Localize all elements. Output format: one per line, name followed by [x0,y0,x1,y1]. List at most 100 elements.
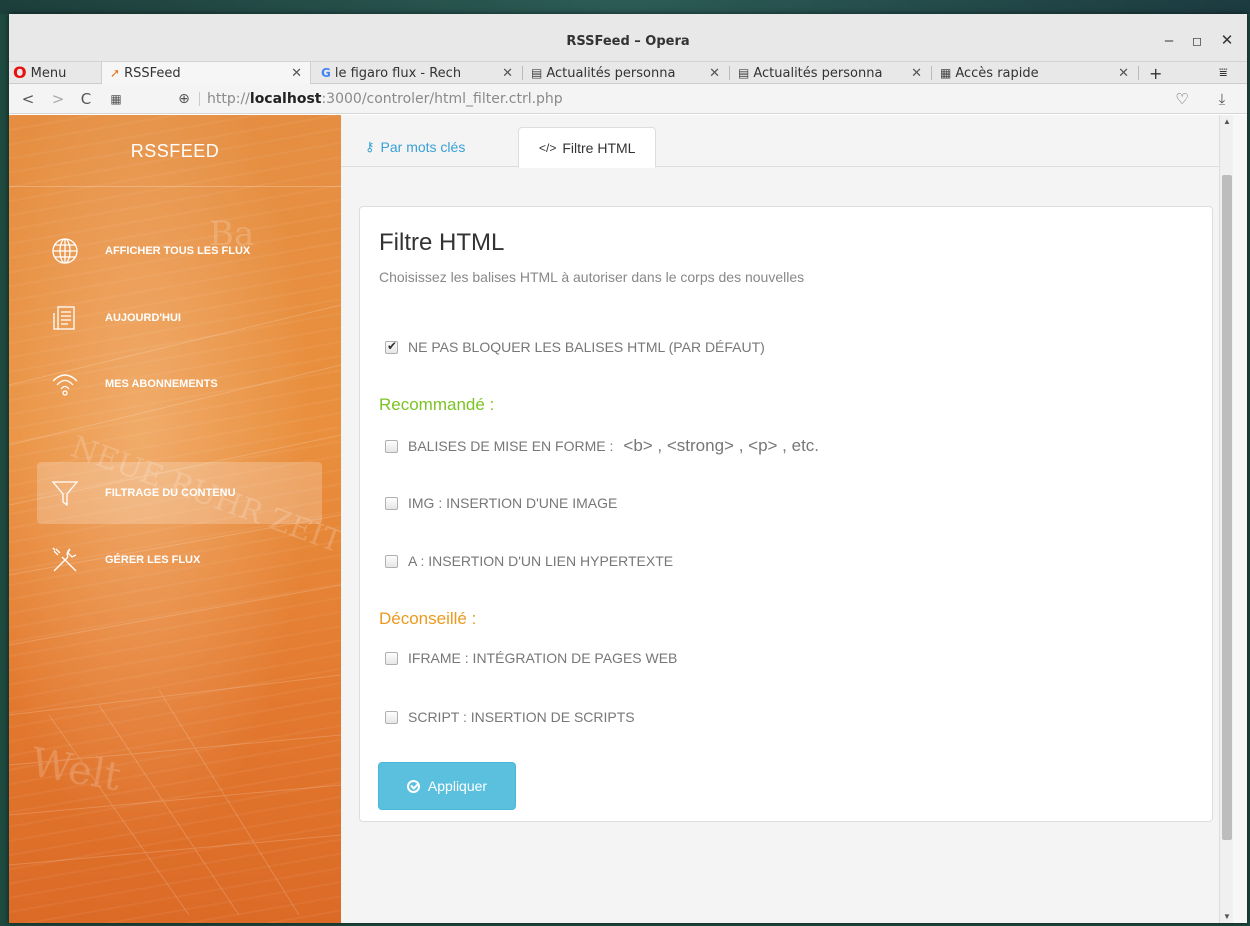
browser-tab-actualites-1[interactable]: ▤ Actualités personna ✕ [523,62,728,84]
checkbox[interactable] [385,651,398,665]
forward-icon[interactable]: > [49,90,67,108]
browser-window: RSSFeed – Opera – ◻ ✕ O Menu ➚ RSSFeed ✕… [9,14,1247,923]
url-separator [199,92,200,106]
tab-close-icon[interactable]: ✕ [709,66,720,81]
sidebar-item-manage-feeds[interactable]: GÉRER LES FLUX [37,529,322,591]
tab-label: Actualités personna [546,65,676,81]
key-icon: ⚷ [365,139,375,154]
option-codes: <b> , <strong> , <p> , etc. [623,436,820,455]
apply-button[interactable]: Appliquer [378,762,516,810]
back-icon[interactable]: < [19,90,37,108]
sidebar-item-label: AUJOURD'HUI [105,312,181,324]
download-icon[interactable]: ⤓ [1213,90,1231,108]
new-tab-button[interactable]: + [1141,62,1171,84]
tab-label: le figaro flux - Rech [334,65,462,81]
tab-label: Filtre HTML [562,139,636,156]
tab-close-icon[interactable]: ✕ [1118,66,1129,81]
option-label: NE PAS BLOQUER LES BALISES HTML (PAR DÉF… [408,339,765,355]
close-window-button[interactable]: ✕ [1215,30,1239,52]
sidebar-brand[interactable]: RSSFEED [9,115,341,187]
code-icon: </> [539,140,557,155]
recommended-heading: Recommandé : [379,395,495,414]
filter-tabs: ⚷ Par mots clés </> Filtre HTML [341,115,1233,168]
bookmark-heart-icon[interactable]: ♡ [1173,90,1191,108]
option-iframe[interactable]: IFRAME : INTÉGRATION DE PAGES WEB [385,650,677,666]
address-bar: < > C ▦ ⊕ http://localhost:3000/controle… [9,84,1247,114]
option-allow-all[interactable]: NE PAS BLOQUER LES BALISES HTML (PAR DÉF… [385,339,765,355]
browser-tab-rssfeed[interactable]: ➚ RSSFeed ✕ [101,62,311,84]
tab-html-filter[interactable]: </> Filtre HTML [518,127,657,168]
tab-separator [1138,66,1139,80]
tab-label: Par mots clés [380,139,466,155]
option-label: SCRIPT : INSERTION DE SCRIPTS [408,709,635,725]
sidebar: Welt Ba NEUE RUHR ZEIT RSSFEED AFFICHER … [9,115,341,923]
desktop-background [0,0,1250,14]
sidebar-item-all-feeds[interactable]: AFFICHER TOUS LES FLUX [37,220,322,282]
option-script[interactable]: SCRIPT : INSERTION DE SCRIPTS [385,709,635,725]
option-formatting-tags[interactable]: BALISES DE MISE EN FORME : <b> , <strong… [385,436,822,456]
option-img[interactable]: IMG : INSERTION D'UNE IMAGE [385,495,617,511]
discouraged-heading: Déconseillé : [379,609,477,628]
option-link[interactable]: A : INSERTION D'UN LIEN HYPERTEXTE [385,553,673,569]
maximize-button[interactable]: ◻ [1185,30,1209,52]
speed-dial-favicon-icon: ▦ [940,66,952,80]
checkbox[interactable] [385,710,398,724]
opera-menu-button[interactable]: O Menu [13,64,66,82]
sidebar-item-label: MES ABONNEMENTS [105,378,218,390]
speed-dial-icon[interactable]: ▦ [107,90,125,108]
tab-label: Accès rapide [955,65,1039,81]
card-title: Filtre HTML [379,229,505,256]
browser-tab-actualites-2[interactable]: ▤ Actualités personna ✕ [730,62,930,84]
html-filter-card: Filtre HTML Choisissez les balises HTML … [359,206,1213,822]
sidebar-item-today[interactable]: AUJOURD'HUI [37,287,322,349]
page-scrollbar[interactable]: ▲ ▼ [1219,115,1233,923]
option-label: IMG : INSERTION D'UNE IMAGE [408,495,618,511]
tab-close-icon[interactable]: ✕ [291,66,302,81]
checkbox[interactable] [385,439,398,453]
newspaper-icon [45,298,85,338]
minimize-button[interactable]: – [1157,30,1181,52]
apply-label: Appliquer [427,778,488,794]
rss-favicon-icon: ➚ [110,66,121,80]
url-field[interactable]: http://localhost:3000/controler/html_fil… [207,91,563,107]
checkbox[interactable] [385,496,398,510]
wifi-icon [45,364,85,404]
news-favicon-icon: ▤ [738,66,750,80]
option-label: BALISES DE MISE EN FORME : [408,438,614,454]
site-info-globe-icon[interactable]: ⊕ [175,90,193,108]
google-favicon-icon: G [321,66,331,80]
scrollbar-thumb[interactable] [1222,175,1232,840]
window-title: RSSFeed – Opera [566,34,690,49]
browser-tab-acces-rapide[interactable]: ▦ Accès rapide ✕ [932,62,1137,84]
tools-icon [45,540,85,580]
menu-label: Menu [30,65,67,81]
tab-bar: O Menu ➚ RSSFeed ✕ G le figaro flux - Re… [9,62,1247,84]
browser-tab-figaro[interactable]: G le figaro flux - Rech ✕ [313,62,521,84]
page-viewport: Welt Ba NEUE RUHR ZEIT RSSFEED AFFICHER … [9,115,1247,923]
globe-icon [45,231,85,271]
news-favicon-icon: ▤ [531,66,543,80]
sidebar-item-content-filter[interactable]: FILTRAGE DU CONTENU [37,462,322,524]
sidebar-item-label: FILTRAGE DU CONTENU [105,487,236,499]
option-label: IFRAME : INTÉGRATION DE PAGES WEB [408,650,678,666]
card-subtitle: Choisissez les balises HTML à autoriser … [379,269,805,285]
title-bar: RSSFeed – Opera – ◻ ✕ [9,14,1247,62]
tab-label: Actualités personna [753,65,883,81]
main-content: ⚷ Par mots clés </> Filtre HTML Filtre H… [341,115,1233,923]
reload-icon[interactable]: C [77,90,95,108]
scroll-up-icon[interactable]: ▲ [1222,117,1232,126]
tab-menu-icon[interactable]: ⩸ [1211,62,1241,84]
sidebar-item-subscriptions[interactable]: MES ABONNEMENTS [37,353,322,415]
tab-close-icon[interactable]: ✕ [911,66,922,81]
tab-keywords[interactable]: ⚷ Par mots clés [345,127,485,167]
scroll-down-icon[interactable]: ▼ [1222,912,1232,921]
checkbox-checked[interactable] [385,339,398,354]
option-label: A : INSERTION D'UN LIEN HYPERTEXTE [408,553,674,569]
checkbox[interactable] [385,554,398,568]
check-circle-icon [406,779,420,793]
filter-icon [45,473,85,513]
tab-close-icon[interactable]: ✕ [502,66,513,81]
sidebar-item-label: AFFICHER TOUS LES FLUX [105,245,251,257]
opera-logo-icon: O [13,63,27,82]
tab-label: RSSFeed [124,65,181,81]
